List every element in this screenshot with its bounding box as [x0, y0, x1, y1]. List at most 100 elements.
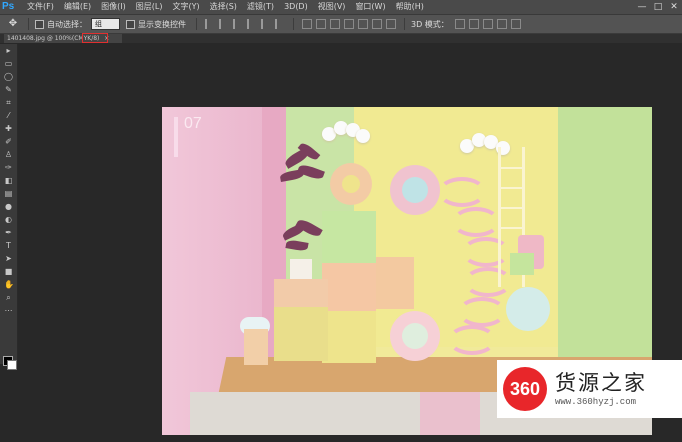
- auto-select-checkbox[interactable]: [35, 19, 44, 29]
- distribute-top-icon[interactable]: [302, 19, 312, 29]
- scene-small-box: [244, 329, 268, 365]
- 3d-roll-icon[interactable]: [468, 19, 479, 29]
- history-brush-tool-icon[interactable]: ✑: [4, 163, 13, 172]
- close-window-button[interactable]: ✕: [666, 0, 682, 14]
- scene-spring: [452, 207, 500, 237]
- align-top-icon[interactable]: [205, 19, 215, 29]
- scene-spring: [462, 237, 510, 267]
- scene-ladder-rung: [498, 227, 525, 229]
- divider: [404, 18, 405, 30]
- scene-mint-ball: [506, 287, 550, 331]
- watermark-text: 货源之家 www.360hyzj.com: [555, 370, 647, 408]
- scene-spring: [438, 177, 486, 207]
- path-select-tool-icon[interactable]: ➤: [4, 254, 13, 263]
- scene-vertical-text-decoration: [174, 117, 178, 157]
- menu-filter[interactable]: 滤镜(T): [242, 0, 279, 14]
- more-tools-icon[interactable]: ⋯: [4, 306, 13, 315]
- maximize-button[interactable]: □: [650, 0, 666, 14]
- show-transform-label: 显示变换控件: [138, 19, 186, 29]
- lasso-tool-icon[interactable]: ◯: [4, 72, 13, 81]
- scene-peach-block: [376, 257, 414, 309]
- scene-peach-ring-hole: [342, 175, 360, 193]
- distribute-vcenter-icon[interactable]: [316, 19, 326, 29]
- eraser-tool-icon[interactable]: ◧: [4, 176, 13, 185]
- scene-green-cylinder: [510, 253, 534, 275]
- watermark-title: 货源之家: [555, 371, 647, 395]
- hand-tool-icon[interactable]: ✋: [4, 280, 14, 289]
- blur-tool-icon[interactable]: ●: [4, 202, 13, 211]
- menu-3d[interactable]: 3D(D): [279, 0, 313, 14]
- watermark-url: www.360hyzj.com: [555, 397, 637, 407]
- auto-select-dropdown[interactable]: 组: [91, 18, 120, 30]
- pen-tool-icon[interactable]: ✒: [4, 228, 13, 237]
- scene-ladder-rung: [498, 187, 525, 189]
- menu-window[interactable]: 窗口(W): [350, 0, 390, 14]
- minimize-button[interactable]: —: [634, 0, 650, 14]
- align-right-icon[interactable]: [275, 19, 285, 29]
- scene-cloud: [356, 129, 370, 143]
- move-tool-icon[interactable]: ✥: [4, 17, 22, 31]
- scene-pink-ring-hole: [402, 323, 428, 349]
- scene-spring: [464, 267, 512, 297]
- divider: [28, 18, 29, 30]
- background-color-swatch[interactable]: [7, 360, 17, 370]
- photoshop-logo: Ps: [2, 1, 15, 12]
- distribute-right-icon[interactable]: [372, 19, 382, 29]
- scene-spring: [448, 325, 496, 355]
- menu-image[interactable]: 图像(I): [96, 0, 131, 14]
- healing-brush-tool-icon[interactable]: ✚: [4, 124, 13, 133]
- scene-plant-pot: [290, 259, 312, 279]
- scene-yellow-block: [322, 311, 376, 363]
- shape-tool-icon[interactable]: ■: [4, 267, 13, 276]
- distribute-bottom-icon[interactable]: [330, 19, 340, 29]
- scene-green-block: [322, 211, 376, 263]
- align-vcenter-icon[interactable]: [219, 19, 229, 29]
- scene-spring: [458, 297, 506, 327]
- type-tool-icon[interactable]: T: [4, 241, 13, 250]
- align-hcenter-icon[interactable]: [261, 19, 271, 29]
- crop-tool-icon[interactable]: ⌗: [4, 98, 13, 107]
- toolbox: ▸ ▭ ◯ ✎ ⌗ ⁄ ✚ ✐ ♙ ✑ ◧ ▤ ● ◐ ✒ T ➤ ■ ✋ ⌕ …: [0, 44, 18, 370]
- watermark-logo: 360: [503, 367, 547, 411]
- watermark-banner: 360 货源之家 www.360hyzj.com: [497, 360, 682, 418]
- options-bar: ✥ 自动选择： 组 显示变换控件 3D 模式：: [0, 15, 682, 34]
- menu-edit[interactable]: 编辑(E): [59, 0, 96, 14]
- zoom-tool-icon[interactable]: ⌕: [4, 293, 13, 302]
- scene-ladder-rung: [498, 167, 525, 169]
- menu-layer[interactable]: 图层(L): [131, 0, 168, 14]
- divider: [196, 18, 197, 30]
- eyedropper-tool-icon[interactable]: ⁄: [4, 111, 13, 120]
- gradient-tool-icon[interactable]: ▤: [4, 189, 13, 198]
- 3d-drag-icon[interactable]: [482, 19, 493, 29]
- distribute-left-icon[interactable]: [344, 19, 354, 29]
- menu-file[interactable]: 文件(F): [22, 0, 59, 14]
- auto-select-label: 自动选择：: [47, 19, 87, 29]
- 3d-slide-icon[interactable]: [496, 19, 507, 29]
- brush-tool-icon[interactable]: ✐: [4, 137, 13, 146]
- scene-ladder-rung: [498, 207, 525, 209]
- clone-stamp-tool-icon[interactable]: ♙: [4, 150, 13, 159]
- scene-peach-block: [322, 263, 376, 311]
- align-left-icon[interactable]: [247, 19, 257, 29]
- align-bottom-icon[interactable]: [233, 19, 243, 29]
- distribute-hcenter-icon[interactable]: [358, 19, 368, 29]
- menu-select[interactable]: 选择(S): [205, 0, 242, 14]
- 3d-scale-icon[interactable]: [510, 19, 521, 29]
- 3d-rotate-icon[interactable]: [454, 19, 465, 29]
- scene-pink-cube: [420, 392, 480, 435]
- menu-help[interactable]: 帮助(H): [391, 0, 429, 14]
- move-tool-icon[interactable]: ▸: [4, 46, 13, 55]
- quick-select-tool-icon[interactable]: ✎: [4, 85, 13, 94]
- divider: [293, 18, 294, 30]
- cmyk-highlight-box: [82, 33, 108, 43]
- 3d-mode-label: 3D 模式：: [411, 19, 449, 29]
- show-transform-checkbox[interactable]: [126, 19, 135, 29]
- scene-number: 07: [184, 115, 202, 132]
- menu-view[interactable]: 视图(V): [313, 0, 351, 14]
- auto-align-icon[interactable]: [386, 19, 396, 29]
- dodge-tool-icon[interactable]: ◐: [4, 215, 13, 224]
- scene-pink-ring-hole: [402, 177, 428, 203]
- marquee-tool-icon[interactable]: ▭: [4, 59, 13, 68]
- scene-stacked-box: [274, 307, 328, 361]
- menu-type[interactable]: 文字(Y): [167, 0, 204, 14]
